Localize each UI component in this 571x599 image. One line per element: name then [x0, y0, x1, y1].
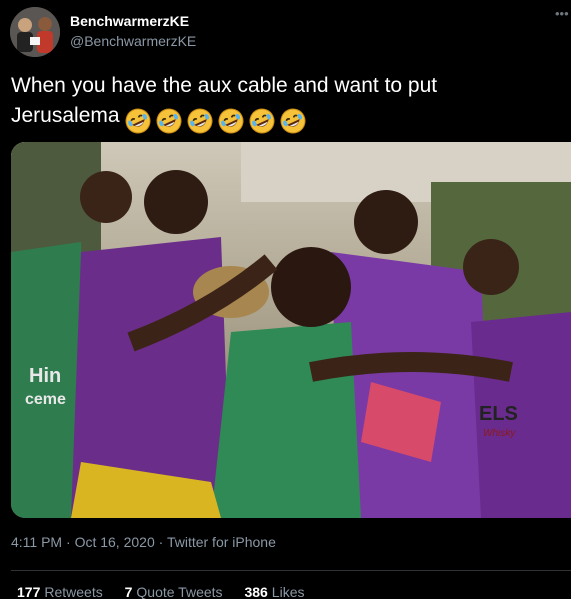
tweet: BenchwarmerzKE @BenchwarmerzKE ••• When …	[0, 0, 571, 599]
user-handle[interactable]: @BenchwarmerzKE	[70, 33, 196, 49]
tweet-text: When you have the aux cable and want to …	[11, 71, 559, 136]
retweets-count: 177	[17, 584, 41, 599]
retweets-stat[interactable]: 177 Retweets	[17, 584, 103, 599]
divider	[11, 570, 571, 571]
jersey-text-right2: Whisky	[483, 428, 516, 439]
more-options-icon[interactable]: •••	[555, 8, 571, 20]
tweet-time[interactable]: 4:11 PM	[11, 534, 62, 550]
likes-stat[interactable]: 386 Likes	[244, 584, 304, 599]
rolling-on-floor-laughing-icon	[125, 108, 151, 134]
quote-tweets-label: Quote Tweets	[136, 584, 223, 599]
jersey-text-right: ELS	[479, 403, 518, 425]
meta-separator: ·	[66, 534, 71, 550]
rugby-scrum-photo: Hin ceme ELS Whisky	[11, 142, 571, 518]
avatar[interactable]	[10, 7, 60, 57]
user-display-name[interactable]: BenchwarmerzKE	[70, 13, 189, 29]
rolling-on-floor-laughing-icon	[280, 108, 306, 134]
emoji-group	[124, 106, 310, 136]
retweets-label: Retweets	[44, 584, 103, 599]
likes-label: Likes	[271, 584, 305, 599]
tweet-source[interactable]: Twitter for iPhone	[167, 534, 276, 550]
jersey-text-left2: ceme	[25, 391, 66, 408]
tweet-meta: 4:11 PM · Oct 16, 2020 · Twitter for iPh…	[11, 534, 276, 550]
tweet-stats: 177 Retweets 7 Quote Tweets 386 Likes	[17, 584, 322, 599]
jersey-text-left: Hin	[29, 365, 61, 387]
tweet-text-line2: Jerusalema	[11, 104, 120, 127]
likes-count: 386	[244, 584, 268, 599]
meta-separator-2: ·	[158, 534, 164, 550]
rolling-on-floor-laughing-icon	[249, 108, 275, 134]
tweet-photo[interactable]: Hin ceme ELS Whisky	[11, 142, 571, 518]
avatar-duo-icon	[10, 7, 60, 57]
tweet-text-line1: When you have the aux cable and want to …	[11, 74, 438, 97]
rolling-on-floor-laughing-icon	[156, 108, 182, 134]
quote-tweets-stat[interactable]: 7 Quote Tweets	[125, 584, 223, 599]
tweet-date[interactable]: Oct 16, 2020	[75, 534, 155, 550]
rolling-on-floor-laughing-icon	[187, 108, 213, 134]
quote-tweets-count: 7	[124, 584, 133, 599]
rolling-on-floor-laughing-icon	[218, 108, 244, 134]
